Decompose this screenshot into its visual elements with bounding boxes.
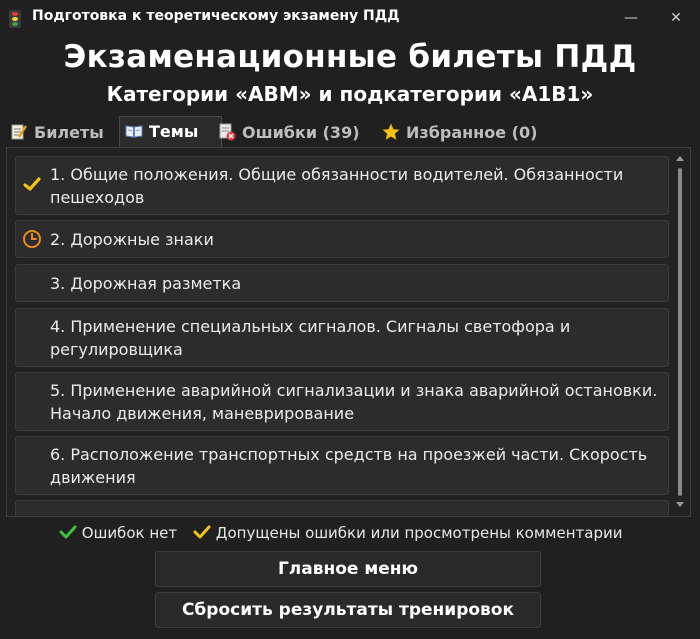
list-item[interactable]: 2. Дорожные знаки xyxy=(15,220,669,258)
green-check-icon xyxy=(59,525,77,539)
scrollbar-thumb[interactable] xyxy=(678,168,682,496)
yellow-check-icon xyxy=(193,525,211,539)
tab-tickets-label: Билеты xyxy=(34,123,104,142)
tab-topics-label: Темы xyxy=(149,122,199,141)
yellow-check-icon xyxy=(23,177,41,191)
traffic-light-icon xyxy=(9,10,21,28)
list-item-label: 5. Применение аварийной сигнализации и з… xyxy=(50,381,658,423)
star-icon xyxy=(382,123,400,141)
list-item[interactable]: 5. Применение аварийной сигнализации и з… xyxy=(15,372,669,431)
open-book-icon xyxy=(125,125,143,138)
list-item-label: 1. Общие положения. Общие обязанности во… xyxy=(50,165,624,207)
minimize-button[interactable]: — xyxy=(611,0,651,36)
clock-icon xyxy=(23,230,41,248)
scroll-up-arrow-icon[interactable] xyxy=(676,156,684,161)
list-item[interactable]: 6. Расположение транспортных средств на … xyxy=(15,436,669,495)
tab-tickets[interactable]: Билеты xyxy=(10,118,118,147)
list-item[interactable]: 1. Общие положения. Общие обязанности во… xyxy=(15,156,669,215)
tab-errors-label: Ошибки (39) xyxy=(242,123,360,142)
legend-no-errors-label: Ошибок нет xyxy=(81,524,178,542)
notepad-pencil-icon xyxy=(11,124,28,140)
tab-errors[interactable]: Ошибки (39) xyxy=(218,118,378,147)
legend-errors-label: Допущены ошибки или просмотрены коммента… xyxy=(215,524,623,542)
legend-errors: Допущены ошибки или просмотрены коммента… xyxy=(193,522,622,544)
window-title: Подготовка к теоретическому экзамену ПДД xyxy=(32,8,400,24)
reset-results-button[interactable]: Сбросить результаты тренировок xyxy=(155,592,541,628)
main-menu-button[interactable]: Главное меню xyxy=(155,551,541,587)
tab-favorites[interactable]: Избранное (0) xyxy=(382,118,562,147)
scroll-down-arrow-icon[interactable] xyxy=(676,502,684,507)
page-subtitle: Категории «ABM» и подкатегории «A1B1» xyxy=(106,82,594,106)
list-item-label: 3. Дорожная разметка xyxy=(50,274,242,293)
legend-no-errors: Ошибок нет xyxy=(59,522,177,544)
list-item[interactable] xyxy=(15,500,669,516)
title-bar: Подготовка к теоретическому экзамену ПДД… xyxy=(0,0,700,36)
tab-favorites-label: Избранное (0) xyxy=(406,123,538,142)
page-title: Экзаменационные билеты ПДД xyxy=(63,39,637,75)
list-item-label: 2. Дорожные знаки xyxy=(50,230,214,249)
list-item[interactable]: 4. Применение специальных сигналов. Сигн… xyxy=(15,308,669,367)
topics-list[interactable]: 1. Общие положения. Общие обязанности во… xyxy=(6,147,691,517)
list-item-label: 4. Применение специальных сигналов. Сигн… xyxy=(50,317,571,359)
tab-topics[interactable]: Темы xyxy=(119,116,222,148)
list-item[interactable]: 3. Дорожная разметка xyxy=(15,264,669,302)
list-item-label: 6. Расположение транспортных средств на … xyxy=(50,445,648,487)
error-document-icon xyxy=(219,123,236,141)
close-button[interactable]: ✕ xyxy=(656,0,696,36)
